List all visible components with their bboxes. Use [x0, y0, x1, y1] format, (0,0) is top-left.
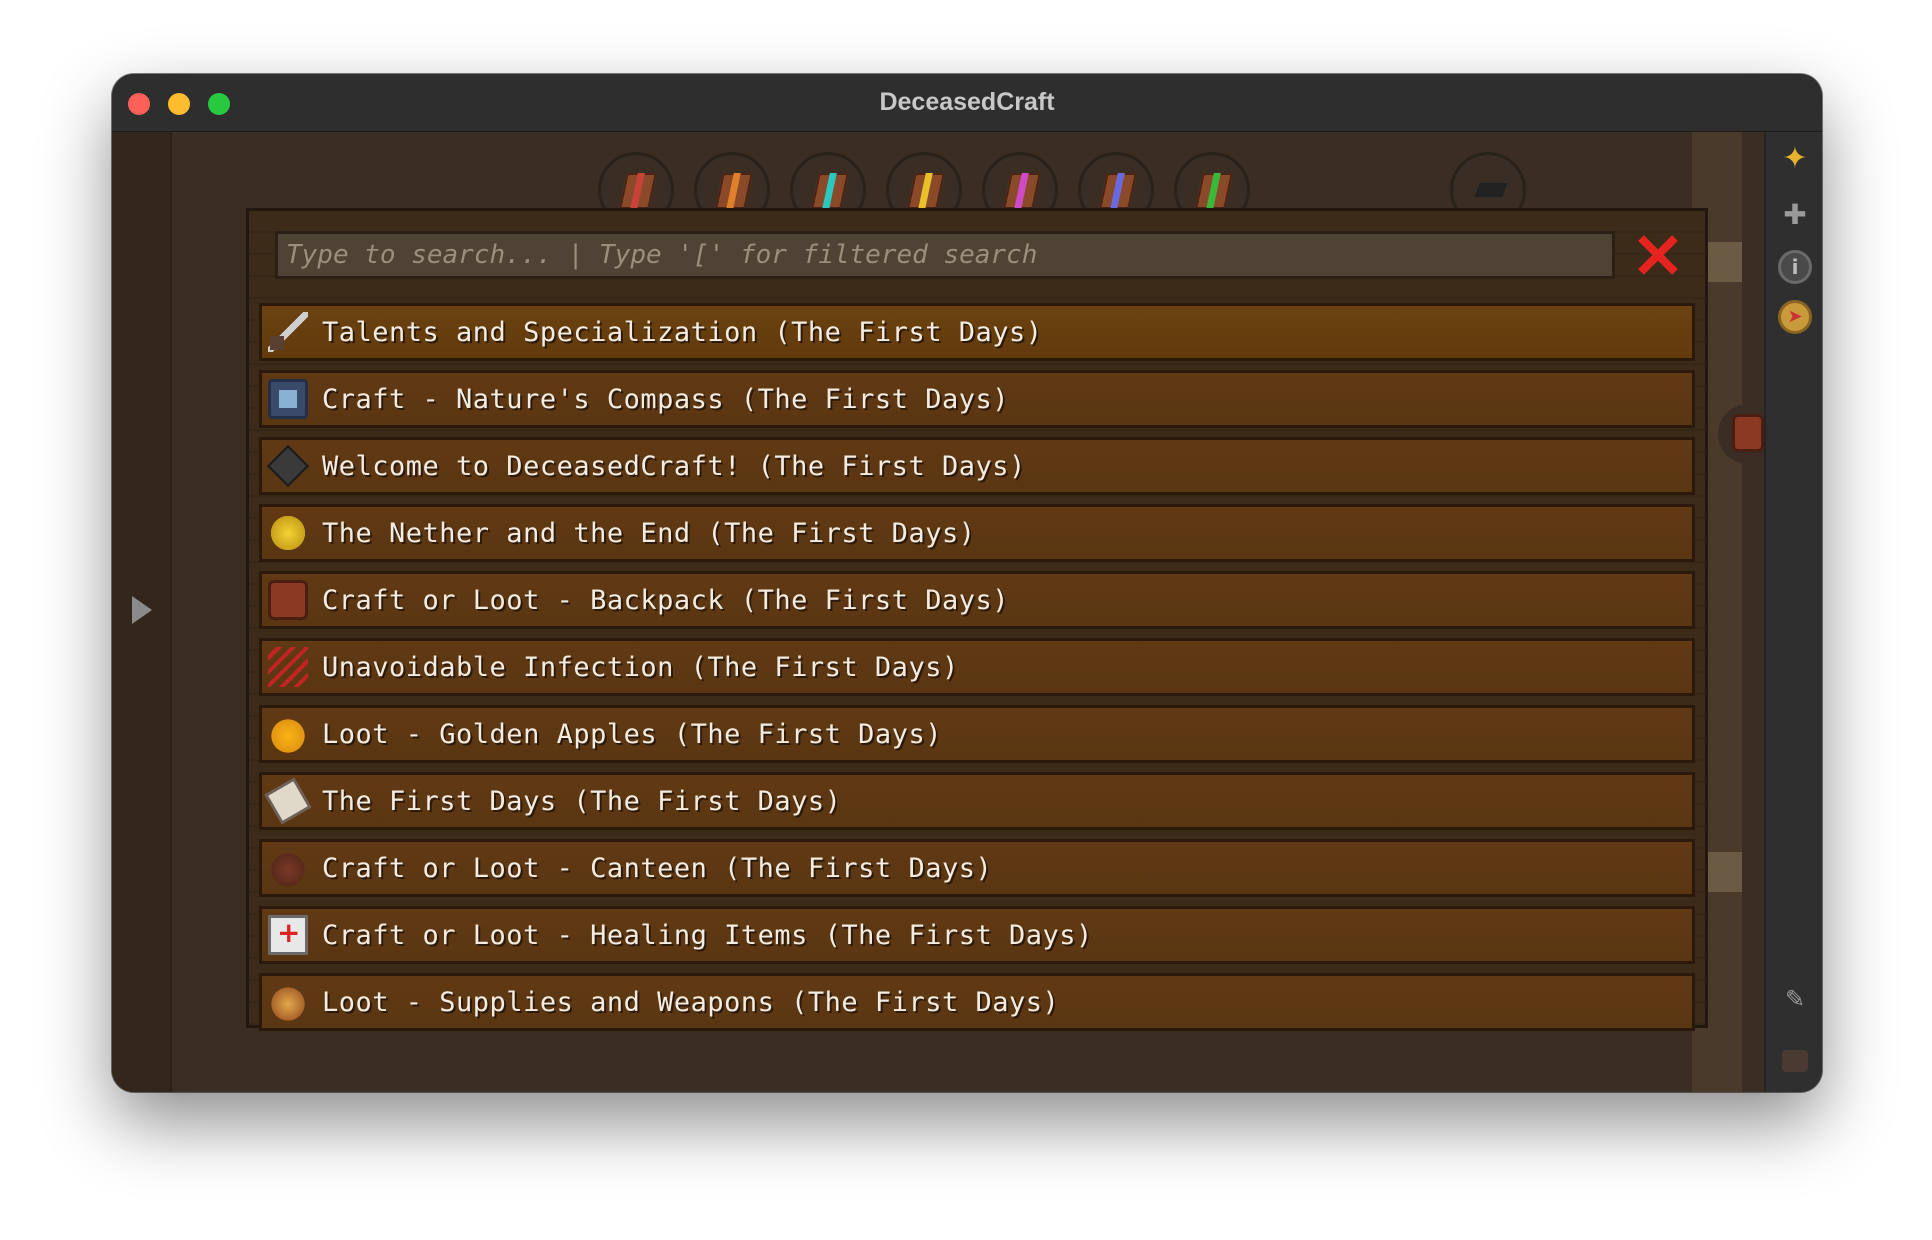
quest-list-item[interactable]: The Nether and the End (The First Days) — [259, 504, 1695, 562]
search-row — [275, 231, 1675, 279]
window-title: DeceasedCraft — [879, 88, 1055, 116]
quest-list-item[interactable]: The First Days (The First Days) — [259, 772, 1695, 830]
quest-list-item[interactable]: Loot - Golden Apples (The First Days) — [259, 705, 1695, 763]
scroll-icon — [264, 777, 312, 825]
yellow-book-icon — [907, 173, 945, 209]
quest-list-item[interactable]: Craft - Nature's Compass (The First Days… — [259, 370, 1695, 428]
quest-list-item[interactable]: Unavoidable Infection (The First Days) — [259, 638, 1695, 696]
golden-apple-icon — [268, 714, 308, 754]
sword-icon — [268, 312, 308, 352]
quest-list-item[interactable]: Welcome to DeceasedCraft! (The First Day… — [259, 437, 1695, 495]
quest-label: Craft or Loot - Backpack (The First Days… — [322, 585, 1009, 616]
title-bar: DeceasedCraft — [112, 74, 1822, 132]
quest-list-item[interactable]: Talents and Specialization (The First Da… — [259, 303, 1695, 361]
claw-icon — [268, 647, 308, 687]
info-icon[interactable]: i — [1778, 250, 1812, 284]
green-book-icon — [1195, 173, 1233, 209]
orange-book-icon — [715, 173, 753, 209]
canteen-icon — [268, 848, 308, 888]
quest-list-item[interactable]: Loot - Supplies and Weapons (The First D… — [259, 973, 1695, 1031]
magenta-book-icon — [1003, 173, 1041, 209]
expand-arrow-icon[interactable] — [132, 596, 152, 624]
quest-list-item[interactable]: Craft or Loot - Canteen (The First Days) — [259, 839, 1695, 897]
cube-icon — [266, 444, 310, 488]
supplies-icon — [268, 982, 308, 1022]
quest-label: Loot - Supplies and Weapons (The First D… — [322, 987, 1060, 1018]
backpack-icon — [268, 580, 308, 620]
red-book-icon — [619, 173, 657, 209]
pin-icon[interactable]: ✚ — [1778, 198, 1812, 232]
quest-label: The First Days (The First Days) — [322, 786, 842, 817]
right-toolbar: ✦ ✚ i ➤ ✎ — [1764, 132, 1822, 1092]
blue-book-icon — [1099, 173, 1137, 209]
app-window: DeceasedCraft ✦ ✚ i ➤ ✎ Talents and Spec… — [112, 74, 1822, 1092]
cyan-book-icon — [811, 173, 849, 209]
bookmark-icon[interactable]: ✦ — [1778, 142, 1812, 176]
compass-icon — [268, 379, 308, 419]
quest-list-item[interactable]: Craft or Loot - Healing Items (The First… — [259, 906, 1695, 964]
quest-list-item[interactable]: Craft or Loot - Backpack (The First Days… — [259, 571, 1695, 629]
medkit-icon — [268, 915, 308, 955]
quest-label: Talents and Specialization (The First Da… — [322, 317, 1043, 348]
quest-label: Craft - Nature's Compass (The First Days… — [322, 384, 1009, 415]
left-panel — [112, 132, 172, 1092]
search-input[interactable] — [275, 231, 1615, 279]
quest-label: Unavoidable Infection (The First Days) — [322, 652, 959, 683]
compass-icon[interactable]: ➤ — [1778, 300, 1812, 334]
clear-search-button[interactable] — [1635, 233, 1679, 277]
quest-label: Craft or Loot - Healing Items (The First… — [322, 920, 1093, 951]
graduation-cap-icon — [1474, 183, 1508, 197]
backpack-icon — [1732, 414, 1764, 452]
quest-screen: ✦ ✚ i ➤ ✎ Talents and Specialization (Th… — [112, 132, 1822, 1092]
quest-label: Welcome to DeceasedCraft! (The First Day… — [322, 451, 1026, 482]
quest-label: The Nether and the End (The First Days) — [322, 518, 976, 549]
edit-icon[interactable]: ✎ — [1778, 982, 1812, 1016]
quest-label: Craft or Loot - Canteen (The First Days) — [322, 853, 993, 884]
quest-search-panel: Talents and Specialization (The First Da… — [246, 208, 1708, 1031]
gold-nugget-icon — [268, 513, 308, 553]
player-head-icon[interactable] — [1782, 1050, 1808, 1072]
quest-label: Loot - Golden Apples (The First Days) — [322, 719, 942, 750]
